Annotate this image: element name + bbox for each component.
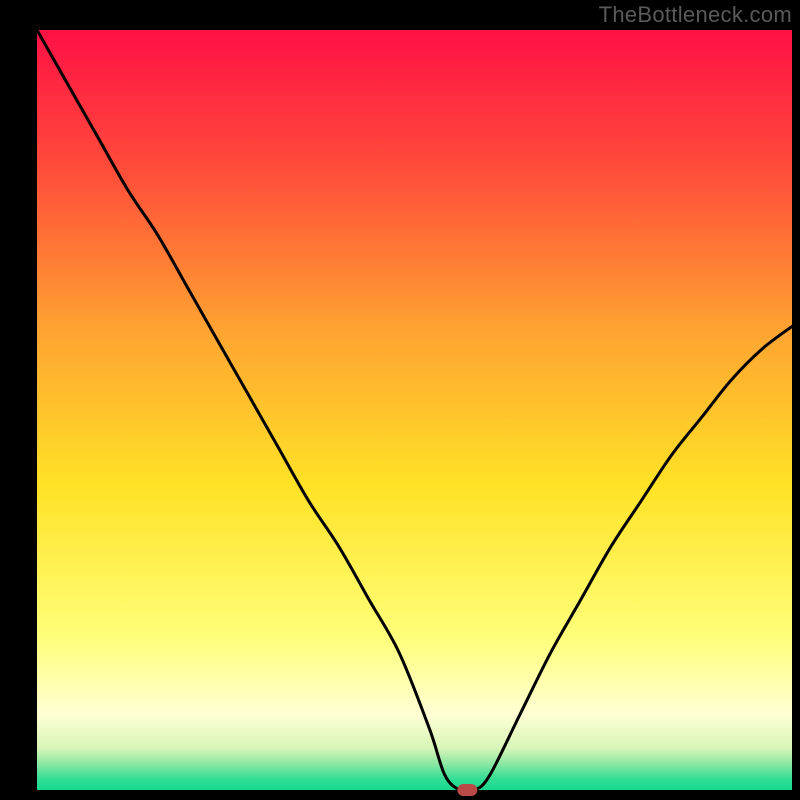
optimal-marker bbox=[457, 784, 477, 796]
watermark-text: TheBottleneck.com bbox=[599, 2, 792, 28]
chart-container: TheBottleneck.com bbox=[0, 0, 800, 800]
plot-background bbox=[37, 30, 792, 790]
bottleneck-chart bbox=[0, 0, 800, 800]
